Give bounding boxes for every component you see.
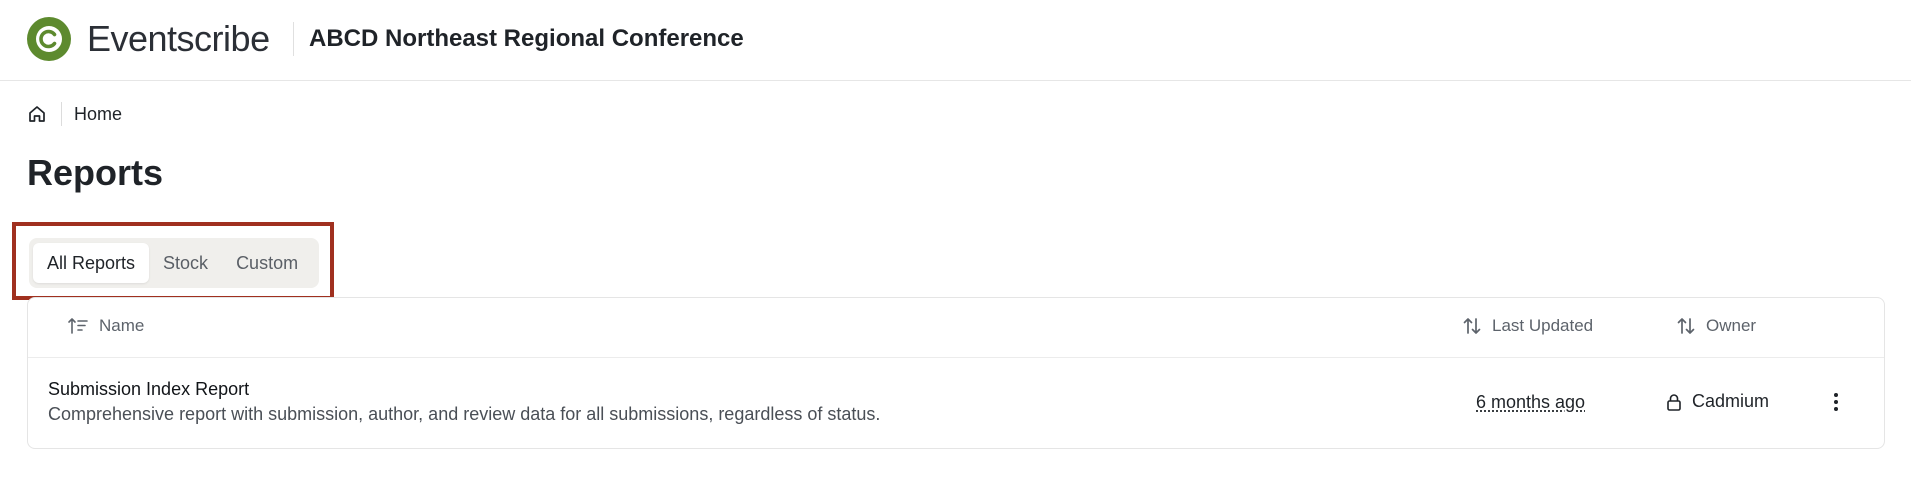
table-row[interactable]: Submission Index Report Comprehensive re…: [28, 359, 1884, 449]
report-description: Comprehensive report with submission, au…: [48, 404, 881, 424]
sort-icon: [1463, 318, 1481, 334]
lock-icon: [1667, 393, 1681, 411]
table-header: Name Last Updated Owner: [28, 298, 1884, 358]
tab-all-reports[interactable]: All Reports: [33, 243, 150, 283]
last-updated-value: 6 months ago: [1476, 392, 1586, 412]
column-header-owner[interactable]: Owner: [1676, 316, 1756, 336]
column-header-last-updated[interactable]: Last Updated: [1462, 316, 1593, 336]
column-name-label: Name: [99, 316, 145, 335]
tab-custom[interactable]: Custom: [222, 243, 312, 283]
sort-icon: [1677, 318, 1695, 334]
home-icon[interactable]: [27, 104, 47, 124]
page-title: Reports: [27, 152, 164, 193]
column-last-updated-label: Last Updated: [1492, 316, 1594, 335]
reports-table: Name Last Updated Owner Submission Index…: [27, 297, 1885, 449]
sort-ascending-icon: [68, 318, 88, 334]
logo-c-glyph: [36, 26, 62, 52]
column-owner-label: Owner: [1706, 316, 1757, 335]
tab-stock[interactable]: Stock: [149, 243, 222, 283]
eventscribe-logo-icon[interactable]: [27, 17, 71, 61]
header-divider: [293, 22, 294, 56]
row-actions-menu-icon[interactable]: [1828, 389, 1844, 415]
owner-cell: Cadmium: [1666, 391, 1769, 412]
breadcrumb-home-link[interactable]: Home: [74, 104, 122, 125]
owner-value: Cadmium: [1692, 391, 1770, 411]
report-filter-tabs: All Reports Stock Custom: [29, 238, 319, 288]
top-bar: Eventscribe ABCD Northeast Regional Conf…: [0, 0, 1911, 81]
breadcrumb-separator: [61, 102, 62, 126]
breadcrumb: Home: [27, 102, 122, 126]
conference-title: ABCD Northeast Regional Conference: [309, 25, 744, 52]
report-name-link[interactable]: Submission Index Report: [48, 379, 249, 400]
column-header-name[interactable]: Name: [67, 316, 144, 336]
brand-name[interactable]: Eventscribe: [87, 18, 270, 60]
